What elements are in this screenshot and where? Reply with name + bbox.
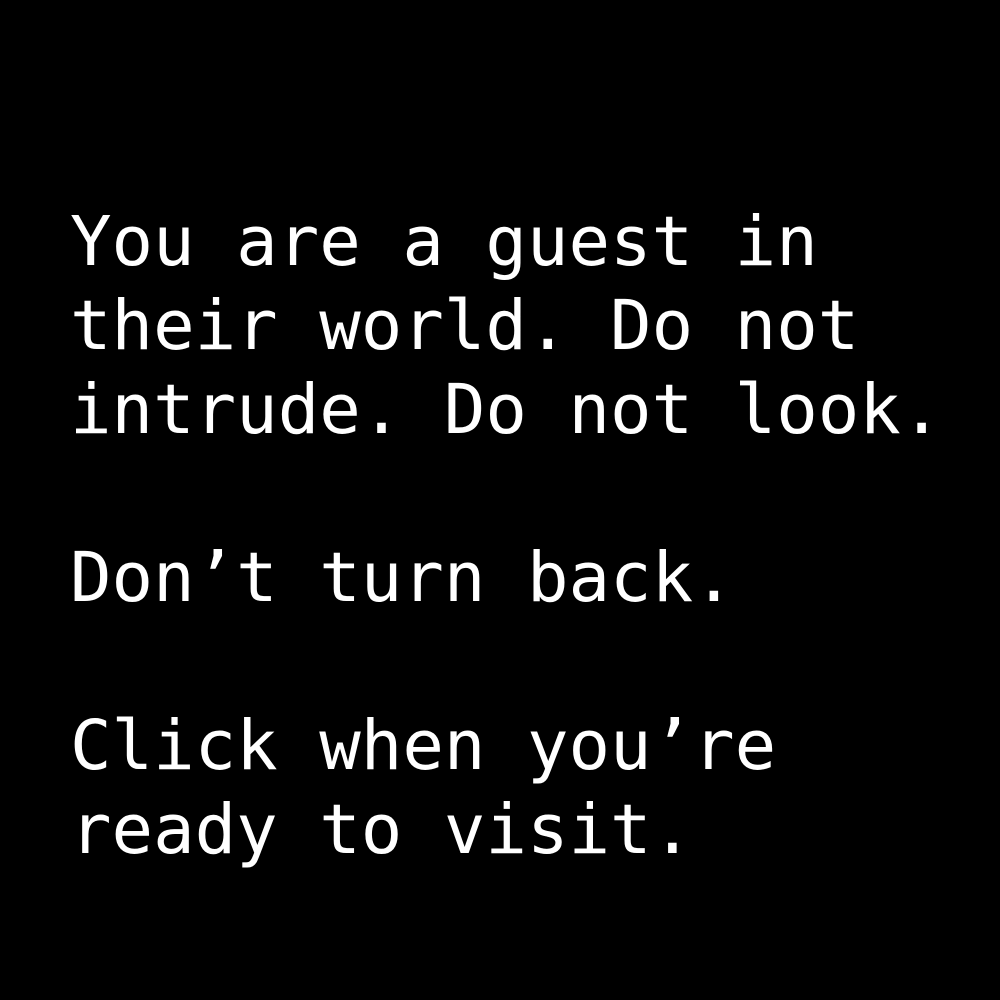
warning-line: Don’t turn back. <box>70 538 735 618</box>
click-prompt-line[interactable]: ready to visit. <box>70 788 942 872</box>
intro-message: You are a guest in their world. Do not int… <box>70 200 942 872</box>
intro-screen[interactable]: { "colors": { "background": "#000000", "… <box>0 0 1000 1000</box>
intro-line: You are a guest in <box>70 202 818 282</box>
intro-line: intrude. Do not look. <box>70 370 943 450</box>
intro-line: their world. Do not <box>70 286 860 366</box>
click-prompt-line[interactable]: Click when you’re <box>70 704 942 788</box>
